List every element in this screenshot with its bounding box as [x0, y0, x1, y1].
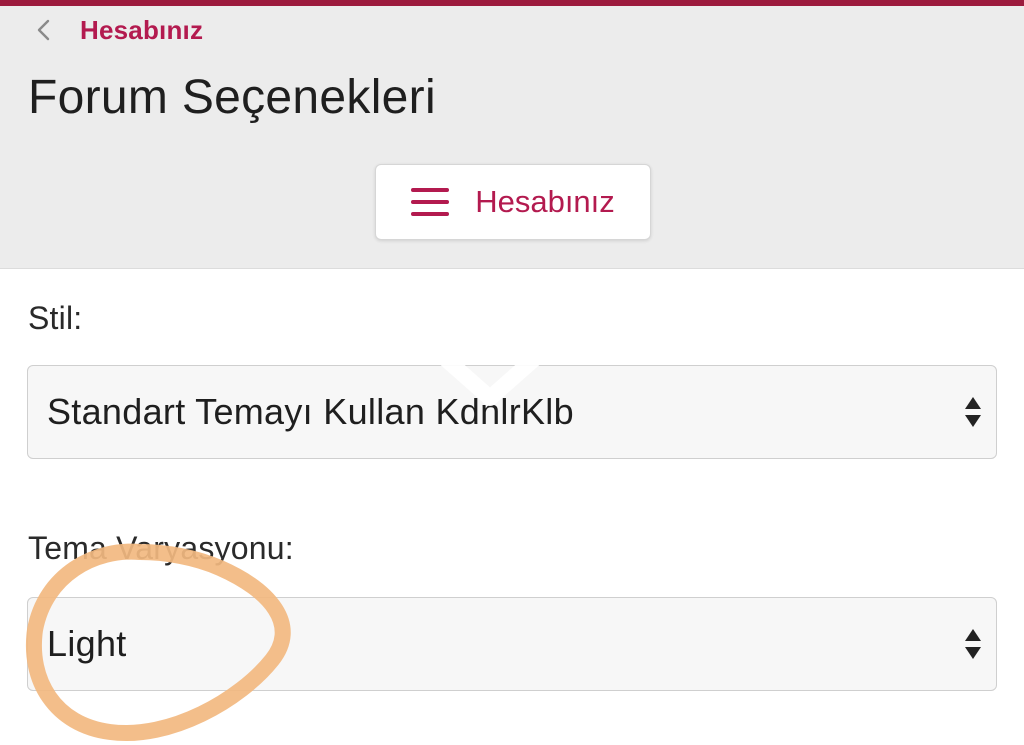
sort-arrows-icon: [965, 629, 981, 659]
variation-select[interactable]: Light: [27, 597, 997, 691]
account-menu-label: Hesabınız: [475, 184, 615, 219]
back-link[interactable]: Hesabınız: [34, 12, 203, 48]
account-menu-button[interactable]: Hesabınız: [375, 164, 651, 240]
style-select[interactable]: Standart Temayı Kullan KdnlrKlb: [27, 365, 997, 459]
style-select-value: Standart Temayı Kullan KdnlrKlb: [47, 391, 574, 432]
sort-arrows-icon: [965, 397, 981, 427]
back-link-label: Hesabınız: [80, 14, 204, 45]
chevron-left-icon: [37, 19, 50, 41]
variation-select-value: Light: [47, 623, 127, 664]
hamburger-icon: [411, 188, 450, 216]
page-title: Forum Seçenekleri: [28, 71, 436, 124]
style-label: Stil:: [28, 300, 83, 336]
variation-label: Tema Varyasyonu:: [28, 530, 294, 566]
page-header: Hesabınız Forum Seçenekleri Hesabınız: [0, 6, 1024, 269]
